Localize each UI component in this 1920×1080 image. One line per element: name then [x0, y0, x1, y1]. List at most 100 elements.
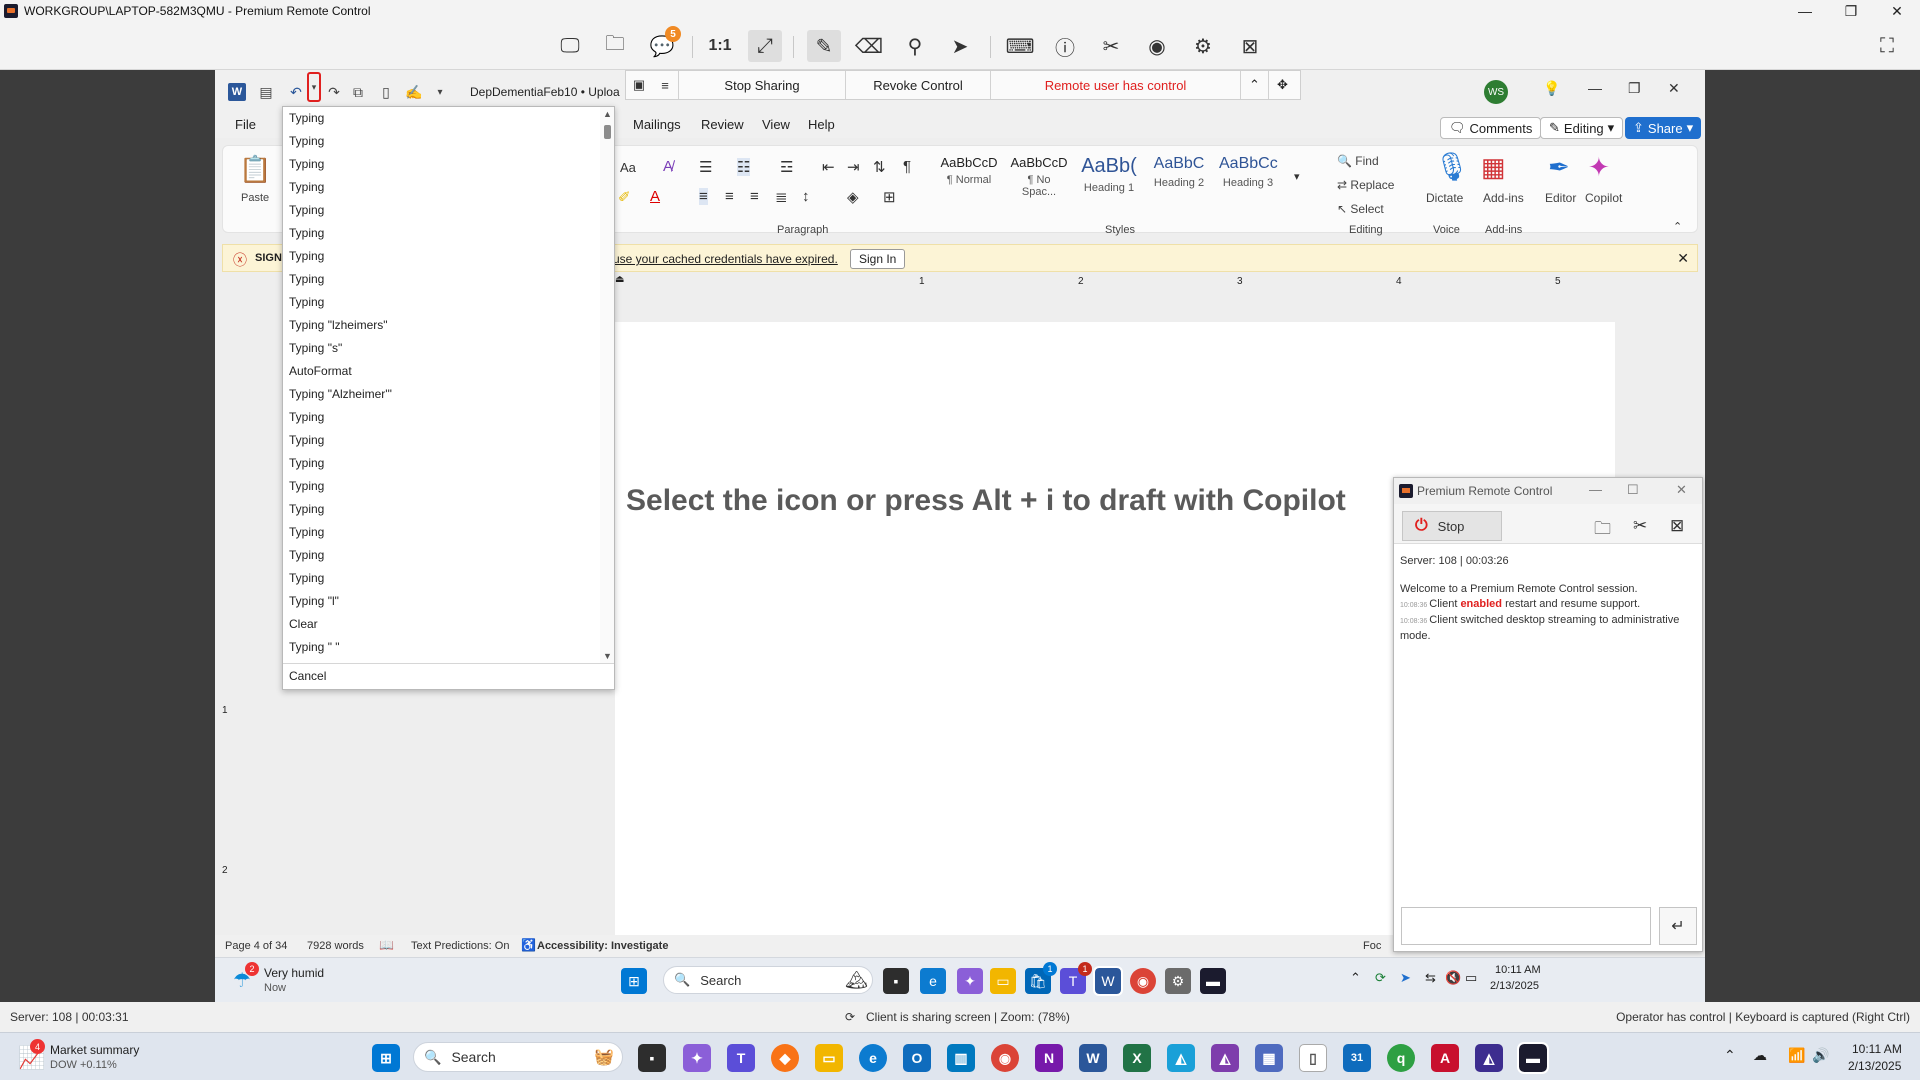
fullscreen-icon[interactable]: ⛶ — [1870, 30, 1904, 62]
tray-cloud-off-icon[interactable]: ☁ — [1753, 1047, 1767, 1064]
blank-document-icon[interactable]: ▯ — [1299, 1044, 1327, 1072]
line-spacing-icon[interactable]: ↕ — [802, 188, 810, 205]
word-close-button[interactable]: ✕ — [1668, 80, 1680, 97]
windows-start-icon[interactable]: ⊞ — [621, 968, 647, 994]
outlook-icon[interactable]: O — [903, 1044, 931, 1072]
style-heading-1[interactable]: AaBb( Heading 1 — [1080, 155, 1138, 195]
tray-sync-icon[interactable]: ⟳ — [1375, 970, 1386, 986]
multilevel-list-icon[interactable]: ☲ — [780, 158, 793, 176]
list-item[interactable]: Typing — [289, 222, 324, 245]
calendar-icon[interactable]: 31 — [1343, 1044, 1371, 1072]
editing-mode-button[interactable]: ✎ Editing ▾ — [1540, 117, 1624, 139]
folder-icon[interactable]: 🗀 — [598, 30, 632, 62]
trello-icon[interactable]: ▥ — [947, 1044, 975, 1072]
remote-control-app-icon[interactable]: ▬ — [1200, 968, 1226, 994]
close-button[interactable]: ✕ — [1874, 0, 1920, 22]
brave-icon[interactable]: ◆ — [771, 1044, 799, 1072]
dictate-label[interactable]: Dictate — [1426, 191, 1463, 205]
tab-help[interactable]: Help — [808, 117, 835, 132]
list-item[interactable]: Typing — [289, 153, 324, 176]
record-icon[interactable]: ◉ — [1140, 30, 1174, 62]
file-explorer-icon[interactable]: ▭ — [815, 1044, 843, 1072]
addins-label[interactable]: Add-ins — [1483, 191, 1524, 205]
monitor-icon[interactable]: 🖵 — [553, 30, 587, 62]
disconnect-screen-icon[interactable]: ⊠ — [1233, 30, 1267, 62]
edit-doc-icon[interactable]: ✍ — [405, 83, 423, 101]
excel-icon[interactable]: X — [1123, 1044, 1151, 1072]
undo-cancel-row[interactable]: Cancel — [283, 663, 614, 689]
edge-icon[interactable]: e — [859, 1044, 887, 1072]
teams-icon[interactable]: T — [727, 1044, 755, 1072]
style-heading-3[interactable]: AaBbCc Heading 3 — [1219, 155, 1278, 195]
send-message-button[interactable]: ↵ — [1659, 907, 1697, 945]
restore-button[interactable]: ❐ — [1828, 0, 1874, 22]
remote-clock-time[interactable]: 10:11 AM — [1495, 964, 1541, 976]
focus-mode[interactable]: Foc — [1363, 940, 1381, 952]
tab-mailings[interactable]: Mailings — [633, 117, 681, 132]
avatar[interactable]: WS — [1484, 80, 1508, 104]
tray-mute-icon[interactable]: 🔇 — [1445, 970, 1461, 986]
stop-session-button[interactable]: ⏻ Stop — [1402, 511, 1502, 541]
session-close-button[interactable]: ✕ — [1676, 482, 1687, 498]
chat-button[interactable]: 💬 5 — [645, 26, 681, 62]
align-left-icon[interactable]: ≡ — [699, 188, 708, 205]
sort-icon[interactable]: ⇅ — [873, 158, 886, 176]
list-item[interactable]: Typing — [289, 567, 324, 590]
scroll-up-arrow-icon[interactable]: ▲ — [603, 109, 612, 119]
microphone-icon[interactable]: 🎙 — [1434, 150, 1470, 183]
info-icon[interactable]: ⓘ — [1048, 30, 1082, 62]
list-item[interactable]: Typing — [289, 107, 324, 130]
redo-icon[interactable]: ↷ — [325, 83, 343, 101]
select-button[interactable]: ↖ Select — [1337, 202, 1384, 216]
share-button[interactable]: ⇪ Share ▾ — [1625, 117, 1702, 139]
tray-chevron-up-icon[interactable]: ⌃ — [1724, 1047, 1736, 1064]
cancel-button[interactable]: Cancel — [289, 665, 326, 688]
list-item[interactable]: Typing — [289, 406, 324, 429]
paste-label[interactable]: Paste — [241, 192, 269, 204]
fit-to-window-icon[interactable]: ⤢ — [748, 30, 782, 62]
font-size-icon[interactable]: Aa — [620, 160, 636, 175]
style-normal[interactable]: AaBbCcD ¶ Normal — [940, 155, 998, 195]
word-count[interactable]: 7928 words — [307, 940, 364, 952]
paste-icon[interactable]: 📋 — [239, 154, 271, 185]
eraser-icon[interactable]: ⌫ — [852, 30, 886, 62]
list-item[interactable]: Typing — [289, 452, 324, 475]
list-item[interactable]: Typing "lzheimers" — [289, 314, 388, 337]
cursor-icon[interactable]: ➤ — [943, 30, 977, 62]
list-item[interactable]: Typing " " — [289, 636, 340, 659]
find-button[interactable]: 🔍 Find — [1337, 154, 1379, 168]
quickbooks-icon[interactable]: q — [1387, 1044, 1415, 1072]
edge-icon[interactable]: e — [920, 968, 946, 994]
session-maximize-button[interactable]: ☐ — [1627, 482, 1639, 498]
task-view-icon[interactable]: ▪ — [883, 968, 909, 994]
borders-icon[interactable]: ⊞ — [883, 188, 896, 206]
align-center-icon[interactable]: ≡ — [725, 188, 734, 205]
styles-more-icon[interactable]: ▾ — [1294, 170, 1300, 183]
align-right-icon[interactable]: ≡ — [750, 188, 759, 205]
move-icon[interactable]: ✥ — [1268, 71, 1296, 99]
collapse-ribbon-icon[interactable]: ⌃ — [1673, 220, 1682, 233]
scroll-thumb[interactable] — [604, 125, 611, 139]
session-minimize-button[interactable]: — — [1589, 482, 1602, 497]
increase-indent-icon[interactable]: ⇥ — [847, 158, 860, 176]
remote-clock-date[interactable]: 2/13/2025 — [1490, 980, 1539, 992]
tray-wifi-icon[interactable]: 📶 — [1788, 1047, 1805, 1064]
host-clock-date[interactable]: 2/13/2025 — [1848, 1059, 1901, 1073]
weather-title[interactable]: Very humid — [264, 966, 324, 980]
list-item[interactable]: Typing — [289, 176, 324, 199]
page-count[interactable]: Page 4 of 34 — [225, 940, 287, 952]
list-item[interactable]: Typing — [289, 544, 324, 567]
tray-volume-icon[interactable]: 🔊 — [1812, 1047, 1829, 1064]
remote-search-box[interactable]: 🔍 Search 🏔 — [663, 966, 873, 994]
list-item[interactable]: Typing — [289, 130, 324, 153]
tray-chevron-up-icon[interactable]: ⌃ — [1350, 970, 1361, 986]
tray-battery-icon[interactable]: ▭ — [1465, 970, 1477, 986]
show-formatting-icon[interactable]: ¶ — [903, 158, 911, 175]
remote-control-app-icon[interactable]: ▬ — [1517, 1042, 1549, 1074]
list-item[interactable]: Typing — [289, 291, 324, 314]
host-clock-time[interactable]: 10:11 AM — [1852, 1042, 1902, 1056]
tab-view[interactable]: View — [762, 117, 790, 132]
folder-icon[interactable]: 🗀 — [1594, 516, 1611, 545]
list-item[interactable]: AutoFormat — [289, 360, 352, 383]
clear-formatting-icon[interactable]: A̸ — [663, 158, 673, 175]
